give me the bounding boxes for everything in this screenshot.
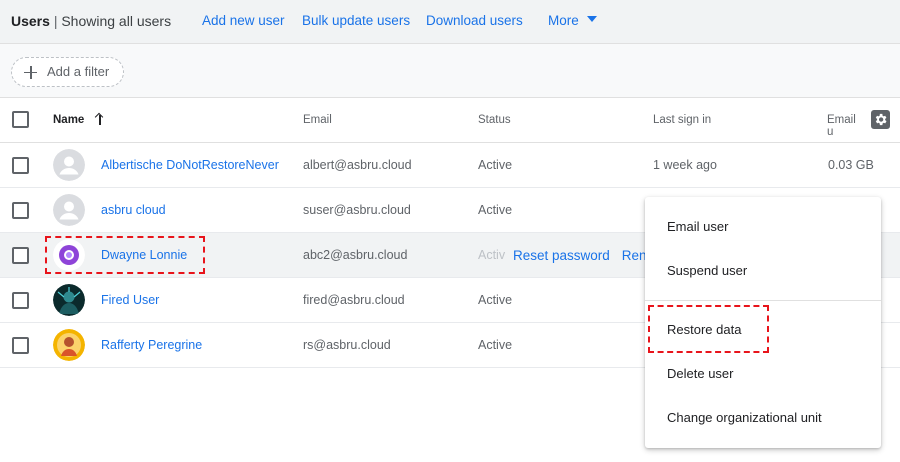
user-name-link[interactable]: asbru cloud xyxy=(101,203,166,217)
sort-ascending-icon[interactable] xyxy=(94,112,106,126)
row-checkbox[interactable] xyxy=(12,247,29,264)
page-title: Users | Showing all users xyxy=(11,13,171,29)
column-header-name[interactable]: Name xyxy=(53,114,84,126)
bulk-update-users-link[interactable]: Bulk update users xyxy=(302,13,410,28)
row-hover-actions: Reset password Rena xyxy=(513,248,666,263)
restore-data-menu-item[interactable]: Restore data xyxy=(645,308,881,352)
more-label: More xyxy=(548,13,579,28)
user-last-sign-in: 1 week ago xyxy=(653,158,717,172)
table-row[interactable]: Albertische DoNotRestoreNever albert@asb… xyxy=(0,143,900,188)
reset-password-link[interactable]: Reset password xyxy=(513,248,610,263)
plus-icon xyxy=(24,66,37,79)
user-email-usage: 0.03 GB xyxy=(828,158,874,172)
row-checkbox[interactable] xyxy=(12,337,29,354)
user-name-link[interactable]: Fired User xyxy=(101,293,159,307)
default-person-icon xyxy=(53,194,85,226)
page-title-main: Users xyxy=(11,13,50,29)
email-user-menu-item[interactable]: Email user xyxy=(645,205,881,249)
user-name-link[interactable]: Albertische DoNotRestoreNever xyxy=(101,158,279,172)
more-menu-button[interactable]: More xyxy=(548,13,597,28)
suspend-user-menu-item[interactable]: Suspend user xyxy=(645,249,881,293)
filter-bar: Add a filter xyxy=(0,44,900,98)
default-person-icon xyxy=(53,149,85,181)
user-status: Active xyxy=(478,203,513,217)
title-separator: | xyxy=(53,13,58,29)
delete-user-menu-item[interactable]: Delete user xyxy=(645,352,881,396)
dark-photo-avatar xyxy=(53,284,85,316)
user-status: Active xyxy=(478,338,513,352)
user-status: Active xyxy=(478,158,513,172)
row-checkbox[interactable] xyxy=(12,157,29,174)
user-name-link[interactable]: Dwayne Lonnie xyxy=(101,248,187,262)
page-subtitle: Showing all users xyxy=(61,13,172,29)
download-users-link[interactable]: Download users xyxy=(426,13,523,28)
user-email: fired@asbru.cloud xyxy=(303,293,405,307)
gear-icon[interactable] xyxy=(871,110,890,129)
select-all-checkbox[interactable] xyxy=(12,111,29,128)
user-email: suser@asbru.cloud xyxy=(303,203,411,217)
purple-circle-avatar xyxy=(53,239,85,271)
menu-divider xyxy=(645,300,881,301)
add-new-user-link[interactable]: Add new user xyxy=(202,13,285,28)
caret-down-icon xyxy=(586,16,597,23)
table-header: Name Email Status Last sign in Email u xyxy=(0,98,900,143)
change-org-unit-menu-item[interactable]: Change organizational unit xyxy=(645,396,881,440)
column-header-last-sign-in[interactable]: Last sign in xyxy=(653,114,711,126)
user-context-menu: Email user Suspend user Restore data Del… xyxy=(645,197,881,448)
user-email: abc2@asbru.cloud xyxy=(303,248,408,262)
column-header-email-usage[interactable]: Email u xyxy=(827,114,857,138)
user-status: Active xyxy=(478,293,513,307)
add-filter-button[interactable]: Add a filter xyxy=(11,57,124,87)
user-status: Activ xyxy=(478,248,506,262)
column-header-email[interactable]: Email xyxy=(303,114,332,126)
top-bar: Users | Showing all users Add new user B… xyxy=(0,0,900,44)
row-checkbox[interactable] xyxy=(12,202,29,219)
column-header-status[interactable]: Status xyxy=(478,114,511,126)
user-name-link[interactable]: Rafferty Peregrine xyxy=(101,338,202,352)
orange-photo-avatar xyxy=(53,329,85,361)
row-checkbox[interactable] xyxy=(12,292,29,309)
add-filter-label: Add a filter xyxy=(47,64,110,79)
user-email: rs@asbru.cloud xyxy=(303,338,391,352)
user-email: albert@asbru.cloud xyxy=(303,158,412,172)
